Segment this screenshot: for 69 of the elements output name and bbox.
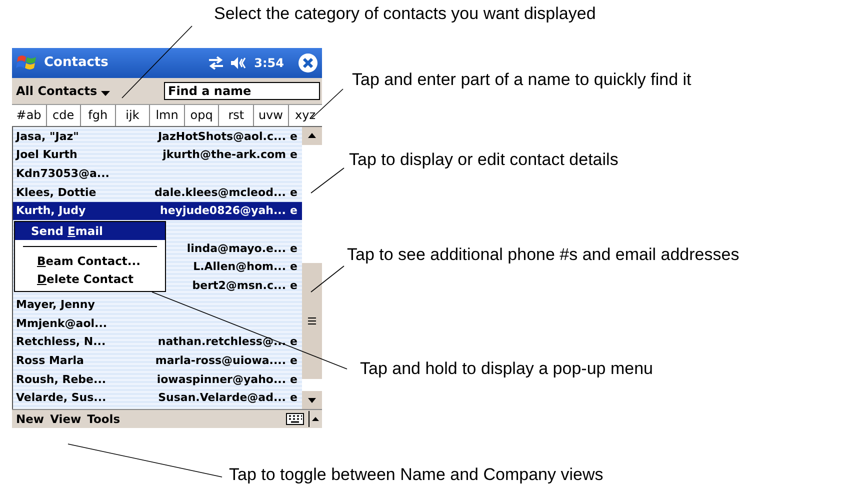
- menu-bar-item[interactable]: New: [14, 412, 46, 426]
- contact-email: bert2@msn.c...: [192, 279, 286, 292]
- email-indicator: e: [290, 391, 298, 404]
- contact-row[interactable]: Mmjenk@aol...: [13, 314, 302, 332]
- contact-name: Mayer, Jenny: [16, 298, 95, 311]
- contact-name: Kurth, Judy: [16, 204, 86, 218]
- contact-name: Jasa, "Jaz": [16, 130, 79, 143]
- contact-row[interactable]: Klees, Dottie dale.klees@mcleod... e: [13, 182, 302, 202]
- menu-bar-item[interactable]: View: [48, 412, 84, 426]
- callout-text: Tap and hold to display a pop-up menu: [360, 359, 653, 379]
- contact-row[interactable]: Kurth, Judy heyjude0826@yah... e: [13, 202, 302, 220]
- menu-item[interactable]: Delete Contact: [15, 270, 165, 288]
- contact-email: dale.klees@mcleod...: [154, 186, 286, 199]
- speaker-icon[interactable]: [230, 56, 248, 70]
- callout-text: Tap to toggle between Name and Company views: [229, 465, 604, 485]
- email-indicator: e: [290, 186, 298, 199]
- contact-name: Retchless, N...: [16, 335, 106, 348]
- callout-text: Tap to display or edit contact details: [349, 150, 618, 170]
- email-indicator: e: [290, 279, 298, 292]
- email-indicator: e: [290, 260, 298, 274]
- contact-email: heyjude0826@yah...: [160, 204, 286, 218]
- scroll-bar[interactable]: [302, 126, 322, 410]
- contact-name: Mmjenk@aol...: [16, 316, 108, 330]
- email-indicator: e: [290, 204, 298, 218]
- email-indicator: e: [290, 130, 298, 143]
- email-indicator: e: [290, 372, 298, 386]
- connectivity-icon[interactable]: [208, 56, 224, 70]
- contact-row[interactable]: Ross Marla marla-ross@uiowa.... e: [13, 351, 302, 370]
- input-menu-arrow-icon[interactable]: [308, 411, 320, 428]
- scroll-thumb[interactable]: [302, 262, 322, 379]
- contact-email: linda@mayo.e...: [186, 242, 286, 255]
- find-name-field[interactable]: Find a name: [164, 82, 320, 100]
- contact-email: JazHotShots@aol.c...: [158, 130, 286, 143]
- menu-bar-item[interactable]: Tools: [85, 412, 122, 426]
- email-indicator: e: [290, 148, 298, 162]
- contact-name: Ross Marla: [16, 354, 84, 367]
- contact-name: Joel Kurth: [16, 148, 78, 162]
- clock-time: 3:54: [254, 56, 284, 70]
- leader-line: [310, 168, 344, 194]
- close-icon[interactable]: [298, 52, 318, 73]
- contact-email: Susan.Velarde@ad...: [158, 391, 286, 404]
- menu-item[interactable]: Beam Contact...: [15, 252, 165, 270]
- email-indicator: e: [290, 335, 298, 348]
- contact-row[interactable]: Roush, Rebe... iowaspinner@yaho... e: [13, 370, 302, 388]
- contact-row[interactable]: Kdn73053@a...: [13, 164, 302, 183]
- scroll-up-icon[interactable]: [302, 126, 322, 145]
- menu-item[interactable]: Send Email: [15, 222, 165, 240]
- keyboard-icon[interactable]: [286, 413, 304, 426]
- callout-text: Select the category of contacts you want displayed: [214, 4, 596, 24]
- contact-name: Velarde, Sus...: [16, 391, 106, 404]
- contact-email: jkurth@the-ark.com: [162, 148, 286, 162]
- contact-email: iowaspinner@yaho...: [156, 372, 286, 386]
- contact-row[interactable]: Jasa, "Jaz" JazHotShots@aol.c... e: [13, 126, 302, 146]
- contact-email: marla-ross@uiowa....: [155, 354, 286, 367]
- contact-name: Klees, Dottie: [16, 186, 96, 199]
- contact-name: Kdn73053@a...: [16, 167, 110, 180]
- contact-email: L.Allen@hom...: [193, 260, 286, 274]
- callout-text: Tap to see additional phone #s and email addresses: [347, 245, 740, 265]
- caret-icon: [101, 90, 110, 96]
- scroll-down-icon[interactable]: [302, 391, 322, 410]
- contact-row[interactable]: Velarde, Sus... Susan.Velarde@ad... e: [13, 388, 302, 408]
- contact-row[interactable]: Mayer, Jenny: [13, 294, 302, 314]
- window-title: Contacts: [44, 55, 108, 70]
- callout-text: Tap and enter part of a name to quickly find it: [352, 70, 692, 90]
- contact-row[interactable]: Joel Kurth jkurth@the-ark.com e: [13, 145, 302, 164]
- email-indicator: e: [290, 242, 298, 255]
- email-indicator: e: [290, 354, 298, 367]
- contact-name: Roush, Rebe...: [16, 372, 106, 386]
- category-dropdown[interactable]: All Contacts: [14, 84, 160, 98]
